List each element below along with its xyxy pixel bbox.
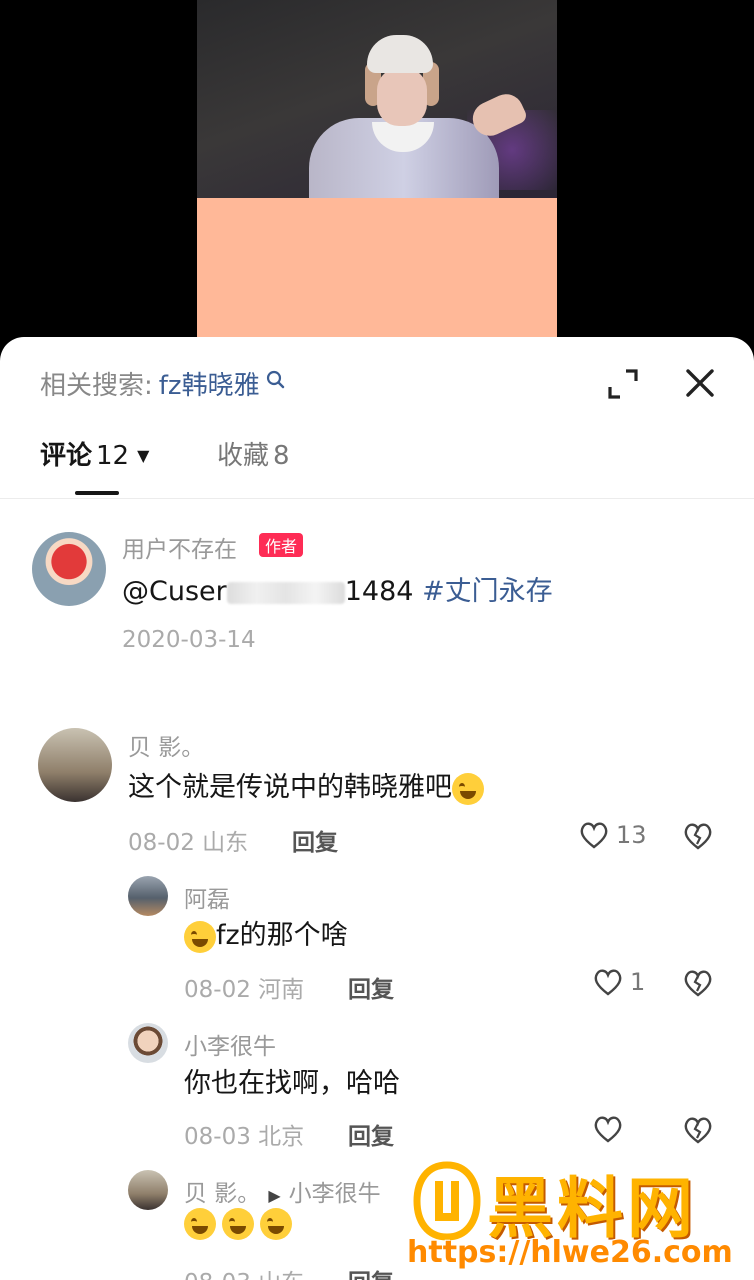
tab-favorites-count: 8 <box>273 441 290 471</box>
avatar[interactable] <box>128 1023 168 1063</box>
blurred-text <box>226 581 345 604</box>
related-search-label: 相关搜索: <box>40 370 153 401</box>
tab-favorites-label: 收藏 <box>217 441 270 471</box>
reply-username[interactable]: 阿磊 <box>184 880 230 914</box>
dislike-icon[interactable] <box>682 968 714 998</box>
mention-link[interactable]: @Cuser <box>122 576 227 607</box>
reply-arrow-icon: ▶ <box>268 1186 281 1205</box>
laugh-emoji-icon <box>260 1207 292 1240</box>
video-frame <box>197 0 557 198</box>
laugh-emoji-icon <box>222 1207 254 1240</box>
reply-button[interactable]: 回复 <box>348 1117 394 1151</box>
comment-sheet: 相关搜索: fz韩晓雅 评论 12 ▼ 收藏 8 用户不存在 作者 @Cuser… <box>0 337 754 1280</box>
reply-button[interactable]: 回复 <box>292 823 338 857</box>
comment-text: 这个就是传说中的韩晓雅吧 <box>128 765 484 805</box>
surprised-emoji-icon <box>184 920 216 953</box>
reply-button[interactable]: 回复 <box>348 970 394 1004</box>
heart-icon <box>580 822 608 849</box>
like-button[interactable]: 1 <box>592 967 645 997</box>
comment-date: 08-02 山东 <box>128 830 249 856</box>
comment-username[interactable]: 用户不存在 <box>122 530 237 564</box>
laugh-emoji-icon <box>452 772 484 805</box>
reply-text: 你也在找啊，哈哈 <box>184 1068 400 1099</box>
reply-date: 08-03 山东 <box>184 1263 304 1280</box>
like-count: 13 <box>616 821 647 849</box>
watermark-logo-icon <box>413 1161 481 1241</box>
dislike-icon[interactable] <box>682 1115 714 1145</box>
tab-active-indicator <box>75 491 119 495</box>
comment-text: @Cuser 1484 #丈门永存 <box>122 569 553 608</box>
watermark-url: https://hlwe26.com <box>407 1235 733 1270</box>
avatar[interactable] <box>32 532 106 606</box>
watermark: 黑料网 https://hlwe26.com <box>405 1155 750 1280</box>
like-count: 1 <box>630 968 646 996</box>
laugh-emoji-icon <box>184 1207 216 1240</box>
video-censor-block <box>197 198 557 360</box>
comment-username[interactable]: 贝 影。 <box>128 728 204 762</box>
video-player[interactable] <box>0 0 754 360</box>
related-search-keyword[interactable]: fz韩晓雅 <box>159 365 260 402</box>
like-button[interactable] <box>592 1114 630 1144</box>
avatar[interactable] <box>128 876 168 916</box>
tab-comments-label: 评论 <box>40 441 93 471</box>
caret-down-icon[interactable]: ▼ <box>137 446 149 465</box>
dislike-icon[interactable] <box>682 821 714 851</box>
tab-comments-count: 12 <box>96 441 130 471</box>
hashtag-link[interactable]: #丈门永存 <box>422 576 553 607</box>
like-button[interactable]: 13 <box>578 820 647 850</box>
heart-icon <box>594 969 622 996</box>
comment-date: 2020-03-14 <box>122 627 256 653</box>
reply-text <box>184 1207 292 1240</box>
expand-icon[interactable] <box>606 367 640 401</box>
divider <box>0 498 754 499</box>
reply-username: 贝 影。 ▶ 小李很牛 <box>184 1181 381 1207</box>
reply-text: fz的那个啥 <box>184 913 348 953</box>
close-icon[interactable] <box>684 367 716 399</box>
related-search[interactable]: 相关搜索: fz韩晓雅 <box>40 363 288 403</box>
author-badge: 作者 <box>259 533 304 557</box>
search-icon <box>266 370 284 389</box>
tab-favorites[interactable]: 收藏 8 <box>217 435 290 471</box>
reply-button[interactable]: 回复 <box>348 1263 394 1280</box>
reply-date: 08-02 河南 <box>184 977 305 1003</box>
mention-link-tail: 1484 <box>344 576 414 607</box>
reply-username[interactable]: 小李很牛 <box>184 1027 276 1061</box>
reply-date: 08-03 北京 <box>184 1124 305 1150</box>
heart-icon <box>594 1116 622 1143</box>
tab-comments[interactable]: 评论 12 ▼ <box>40 435 149 471</box>
avatar[interactable] <box>128 1170 168 1210</box>
avatar[interactable] <box>38 728 112 802</box>
